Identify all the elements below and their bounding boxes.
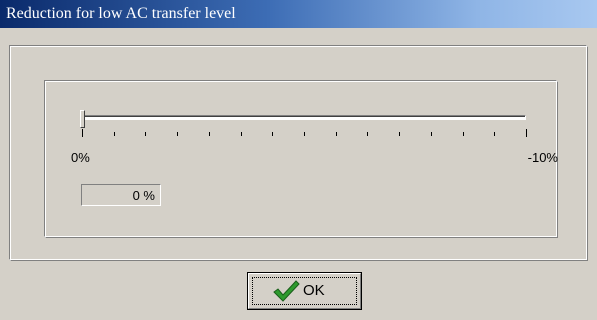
- slider-tick: [463, 132, 464, 136]
- slider-tick: [145, 132, 146, 136]
- value-text: 0 %: [132, 188, 155, 203]
- window-title: Reduction for low AC transfer level: [6, 5, 236, 22]
- slider-tick: [241, 132, 242, 136]
- slider-tick: [209, 132, 210, 136]
- slider-tick: [367, 132, 368, 136]
- slider-min-label: 0%: [71, 150, 90, 165]
- slider-tick: [272, 132, 273, 136]
- slider-tick: [399, 132, 400, 136]
- reduction-slider[interactable]: [76, 108, 532, 144]
- value-display: 0 %: [81, 184, 161, 206]
- slider-tick: [304, 132, 305, 136]
- ok-button-label: OK: [303, 282, 325, 299]
- checkmark-icon: [273, 280, 300, 302]
- slider-max-label: -10%: [527, 150, 558, 165]
- slider-tick: [114, 132, 115, 136]
- ok-button[interactable]: OK: [247, 272, 362, 310]
- slider-tick: [82, 129, 83, 137]
- slider-tick: [177, 132, 178, 136]
- slider-tick: [494, 132, 495, 136]
- slider-tick: [336, 132, 337, 136]
- slider-tick: [526, 129, 527, 137]
- slider-track[interactable]: [82, 115, 526, 120]
- dialog-window: Reduction for low AC transfer level 0% -…: [0, 0, 597, 320]
- slider-tick: [431, 132, 432, 136]
- title-bar[interactable]: Reduction for low AC transfer level: [0, 0, 597, 28]
- slider-thumb[interactable]: [80, 110, 85, 128]
- slider-panel: [44, 80, 558, 238]
